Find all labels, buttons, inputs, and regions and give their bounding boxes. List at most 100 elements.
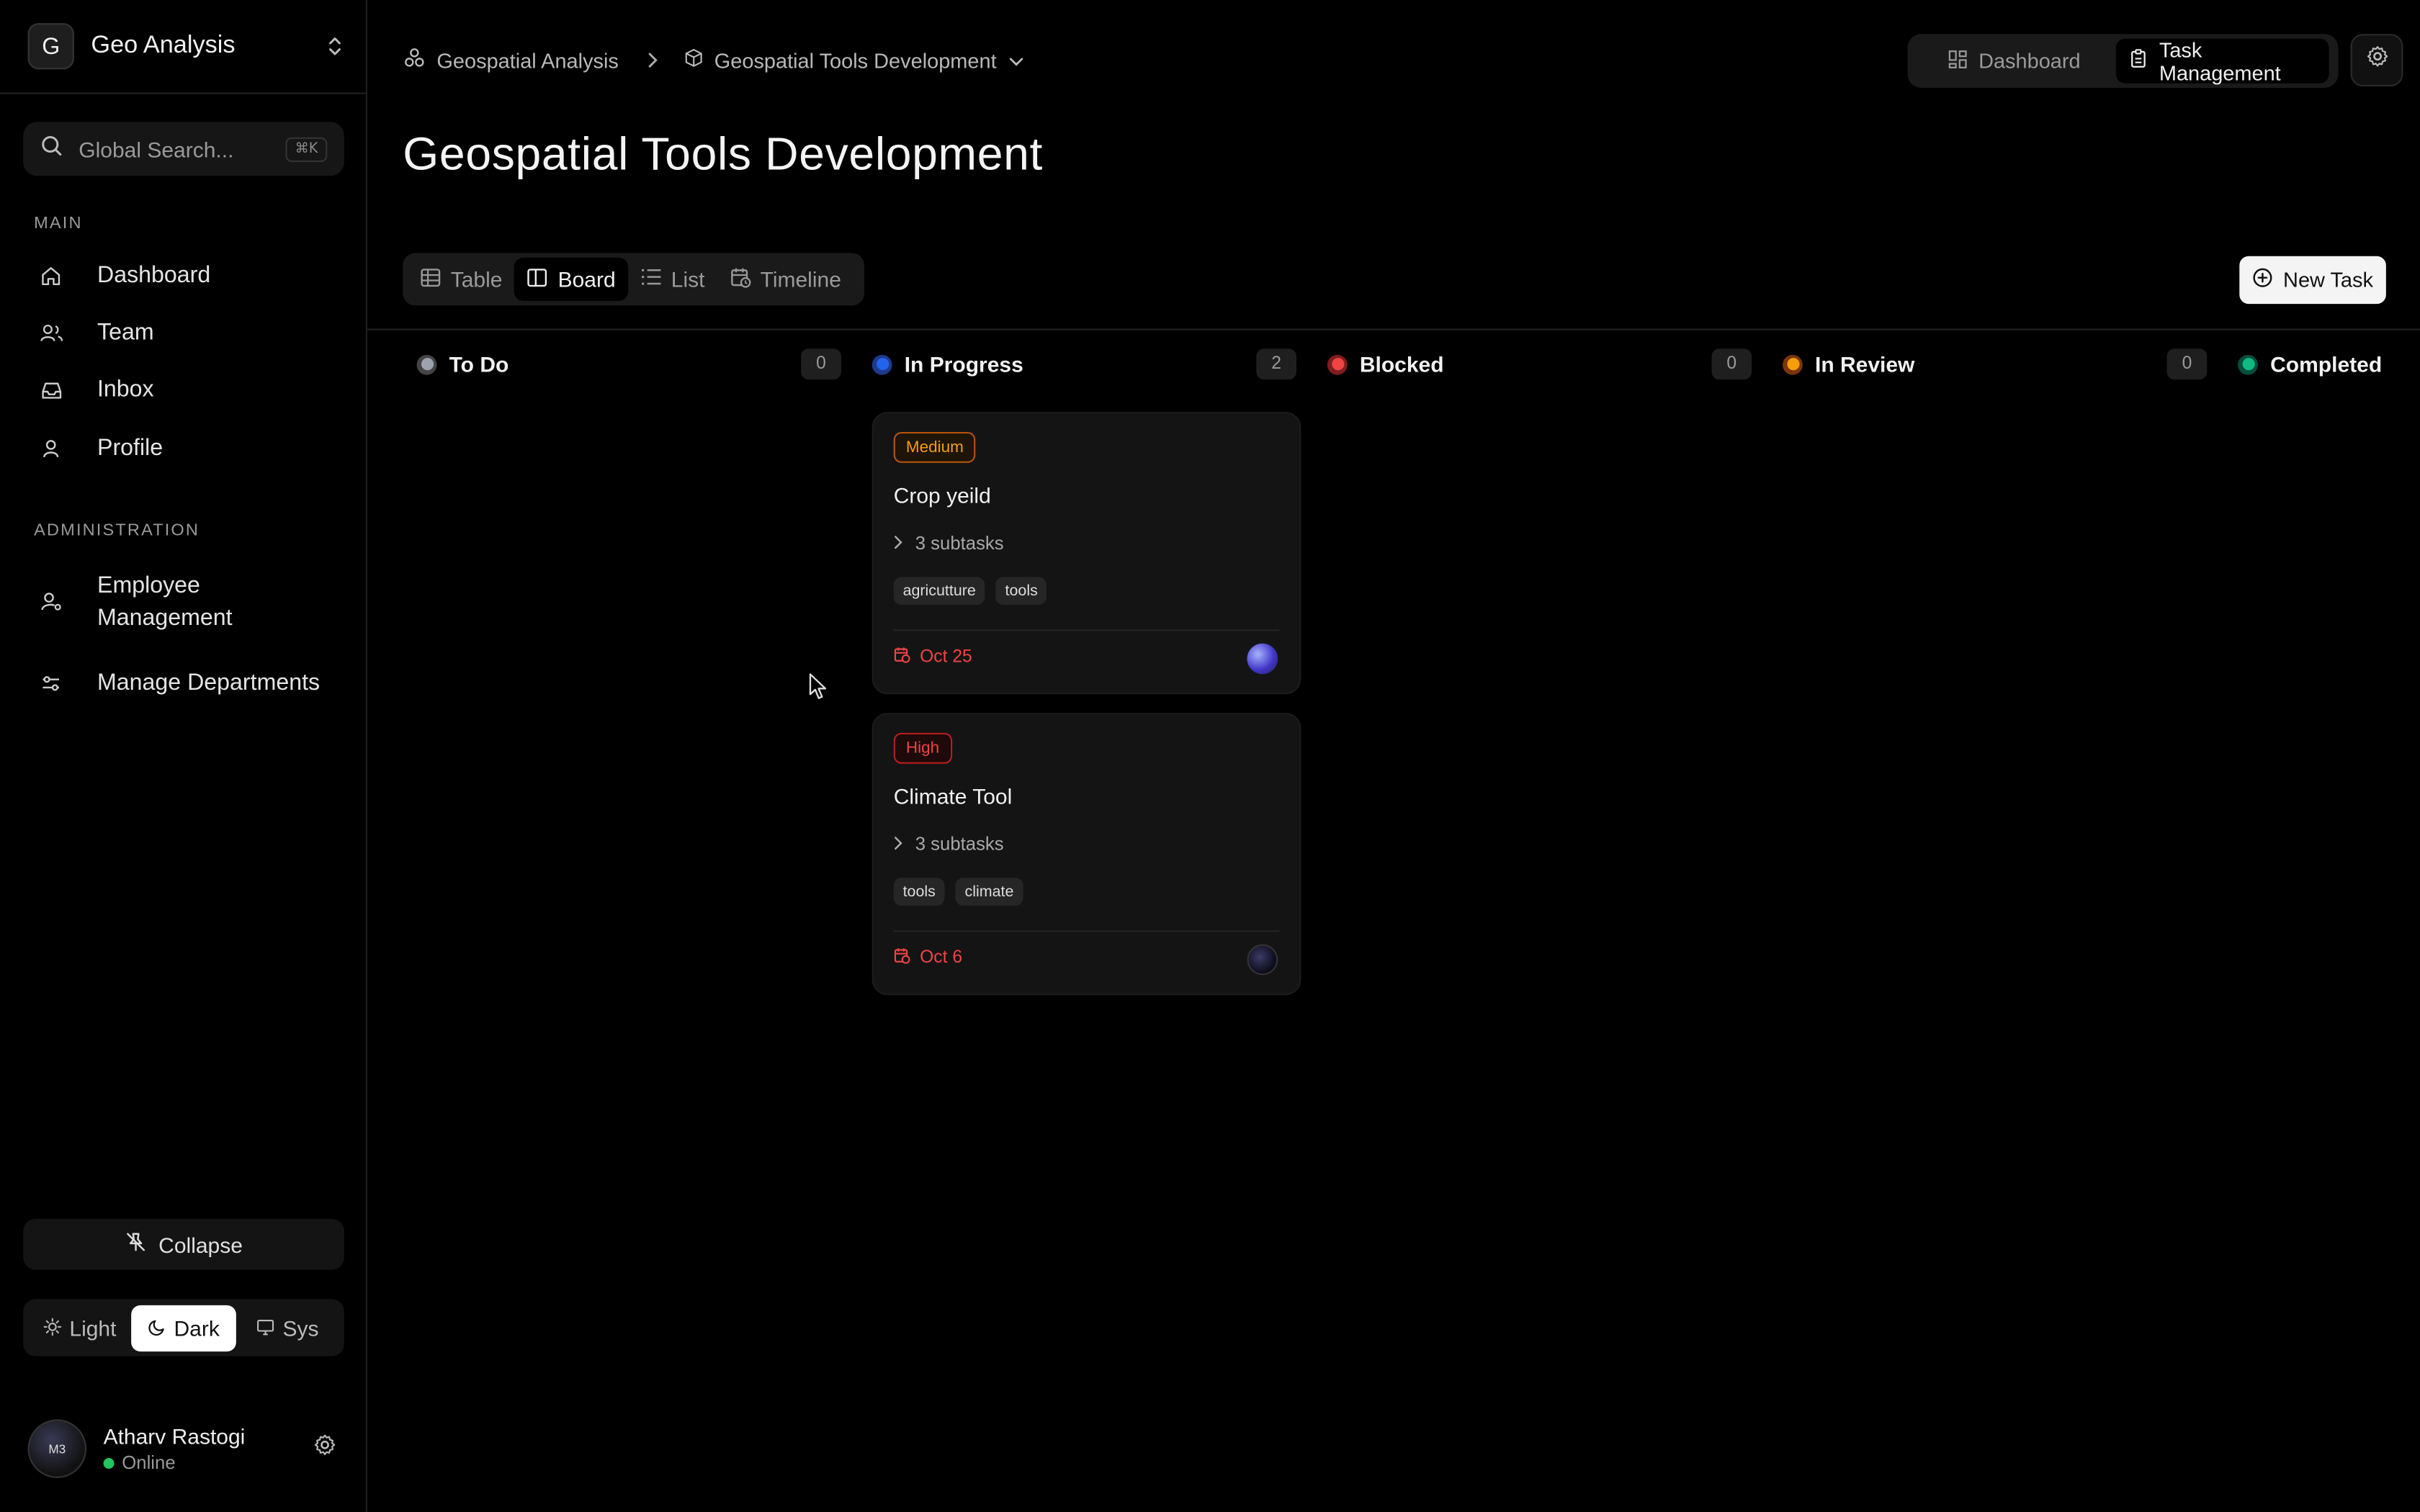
gear-icon[interactable] bbox=[313, 1434, 336, 1464]
task-title[interactable]: Crop yeild bbox=[894, 483, 991, 508]
top-nav-task-management[interactable]: Task Management bbox=[2115, 37, 2329, 84]
sidebar-item-label: Employee Management bbox=[97, 570, 233, 634]
status-dot bbox=[871, 354, 892, 374]
sidebar-item-profile[interactable]: Profile bbox=[40, 435, 163, 462]
card-divider bbox=[893, 629, 1280, 631]
view-timeline-button[interactable]: Timeline bbox=[717, 258, 853, 301]
sidebar-item-dashboard[interactable]: Dashboard bbox=[40, 262, 211, 289]
chevron-right-icon bbox=[646, 51, 658, 70]
task-card[interactable]: Medium Crop yeild 3 subtasks agricutture… bbox=[871, 412, 1301, 695]
sidebar-item-label: Dashboard bbox=[97, 262, 211, 289]
breadcrumb-board[interactable]: Geospatial Tools Development bbox=[684, 48, 1024, 72]
subtasks-toggle[interactable]: 3 subtasks bbox=[894, 532, 1004, 554]
sidebar-divider bbox=[0, 92, 367, 94]
breadcrumb: Geospatial Analysis Geospatial Tools Dev… bbox=[403, 45, 1024, 76]
online-indicator bbox=[103, 1457, 115, 1468]
user-status-label: Online bbox=[122, 1452, 176, 1474]
chevrons-up-down-icon[interactable] bbox=[324, 32, 346, 60]
top-nav-dashboard-label: Dashboard bbox=[1978, 49, 2081, 73]
sidebar-item-team[interactable]: Team bbox=[40, 320, 154, 346]
page-title: Geospatial Tools Development bbox=[403, 130, 1044, 181]
avatar: M3 bbox=[27, 1419, 86, 1478]
sidebar-item-label: Inbox bbox=[97, 376, 154, 403]
view-timeline-label: Timeline bbox=[760, 266, 841, 292]
settings-button[interactable] bbox=[2350, 34, 2403, 87]
tag-list: agricutture tools bbox=[893, 577, 1047, 605]
task-card[interactable]: High Climate Tool 3 subtasks tools clima… bbox=[871, 712, 1301, 996]
search-input[interactable]: Global Search... bbox=[79, 137, 285, 161]
subtasks-toggle[interactable]: 3 subtasks bbox=[894, 833, 1004, 855]
column-count: 0 bbox=[2166, 348, 2208, 380]
subtasks-label: 3 subtasks bbox=[915, 532, 1004, 554]
layout-dashboard-icon bbox=[1948, 49, 1968, 73]
user-profile[interactable]: M3 Atharv Rastogi Online bbox=[27, 1416, 337, 1481]
sun-icon bbox=[43, 1315, 62, 1340]
global-search[interactable]: Global Search... ⌘K bbox=[23, 122, 344, 176]
tag: tools bbox=[995, 577, 1047, 605]
user-name: Atharv Rastogi bbox=[103, 1423, 246, 1449]
calendar-clock-icon bbox=[730, 266, 751, 292]
collapse-label: Collapse bbox=[158, 1232, 243, 1257]
home-icon bbox=[40, 265, 74, 287]
mouse-cursor-icon bbox=[809, 672, 828, 708]
calendar-clock-icon bbox=[894, 948, 911, 969]
app-root: G Geo Analysis Global Search... ⌘K MAIN … bbox=[0, 0, 2420, 1512]
search-icon bbox=[40, 133, 63, 164]
user-icon bbox=[40, 438, 74, 459]
breadcrumb-project[interactable]: Geospatial Analysis bbox=[403, 46, 619, 74]
due-date: Oct 25 bbox=[894, 647, 972, 668]
tag: agricutture bbox=[893, 577, 985, 605]
users-icon bbox=[40, 322, 74, 343]
theme-light-button[interactable]: Light bbox=[28, 1305, 132, 1351]
theme-dark-label: Dark bbox=[174, 1315, 220, 1341]
box-icon bbox=[684, 48, 704, 72]
collapse-button[interactable]: Collapse bbox=[23, 1218, 344, 1270]
theme-system-button[interactable]: Sys bbox=[236, 1305, 339, 1351]
breadcrumb-board-label: Geospatial Tools Development bbox=[714, 48, 997, 72]
subtasks-label: 3 subtasks bbox=[915, 833, 1004, 855]
calendar-clock-icon bbox=[894, 647, 911, 668]
section-label-administration: ADMINISTRATION bbox=[34, 521, 200, 540]
column-title: Blocked bbox=[1359, 351, 1444, 377]
sidebar-item-manage-departments[interactable]: Manage Departments bbox=[40, 670, 320, 696]
view-list-button[interactable]: List bbox=[628, 258, 717, 301]
sidebar-item-label: Team bbox=[97, 319, 154, 346]
card-divider bbox=[893, 930, 1280, 932]
chevron-down-icon[interactable] bbox=[1008, 49, 1025, 72]
column-header-in-progress: In Progress bbox=[871, 348, 1023, 379]
header-divider bbox=[367, 328, 2420, 330]
breadcrumb-project-label: Geospatial Analysis bbox=[436, 48, 619, 72]
chevron-right-icon bbox=[894, 532, 903, 554]
top-nav-task-management-label: Task Management bbox=[2159, 37, 2281, 84]
view-board-button[interactable]: Board bbox=[514, 257, 628, 301]
due-date: Oct 6 bbox=[894, 948, 962, 969]
user-status: Online bbox=[103, 1452, 313, 1474]
status-dot bbox=[1783, 354, 1803, 374]
column-count: 2 bbox=[1256, 348, 1296, 380]
sidebar-item-label-line2: Management bbox=[97, 605, 233, 631]
sidebar-item-label: Profile bbox=[97, 435, 163, 462]
theme-dark-button[interactable]: Dark bbox=[131, 1304, 236, 1351]
view-switcher: Table Board List Timeline bbox=[403, 253, 864, 306]
tag-list: tools climate bbox=[893, 878, 1023, 906]
new-task-button[interactable]: New Task bbox=[2239, 256, 2386, 305]
section-label-main: MAIN bbox=[34, 214, 83, 233]
user-cog-icon bbox=[40, 591, 74, 613]
inbox-icon bbox=[40, 379, 74, 400]
assignee-avatar[interactable] bbox=[1247, 944, 1278, 976]
workspace-switcher[interactable]: G Geo Analysis bbox=[27, 22, 346, 71]
status-dot bbox=[1327, 354, 1348, 374]
column-title: In Progress bbox=[904, 351, 1023, 377]
view-table-label: Table bbox=[450, 266, 503, 292]
new-task-label: New Task bbox=[2283, 268, 2373, 292]
theme-light-label: Light bbox=[69, 1315, 117, 1341]
task-title[interactable]: Climate Tool bbox=[894, 784, 1013, 809]
view-table-button[interactable]: Table bbox=[408, 258, 515, 301]
column-count: 0 bbox=[801, 348, 841, 380]
assignee-avatar[interactable] bbox=[1247, 643, 1278, 675]
gear-icon bbox=[2365, 45, 2388, 76]
top-nav-dashboard[interactable]: Dashboard bbox=[1912, 39, 2116, 84]
sidebar-item-inbox[interactable]: Inbox bbox=[40, 377, 154, 402]
sidebar-item-employee-management[interactable]: Employee Management bbox=[40, 570, 233, 634]
column-header-todo: To Do bbox=[416, 348, 508, 379]
